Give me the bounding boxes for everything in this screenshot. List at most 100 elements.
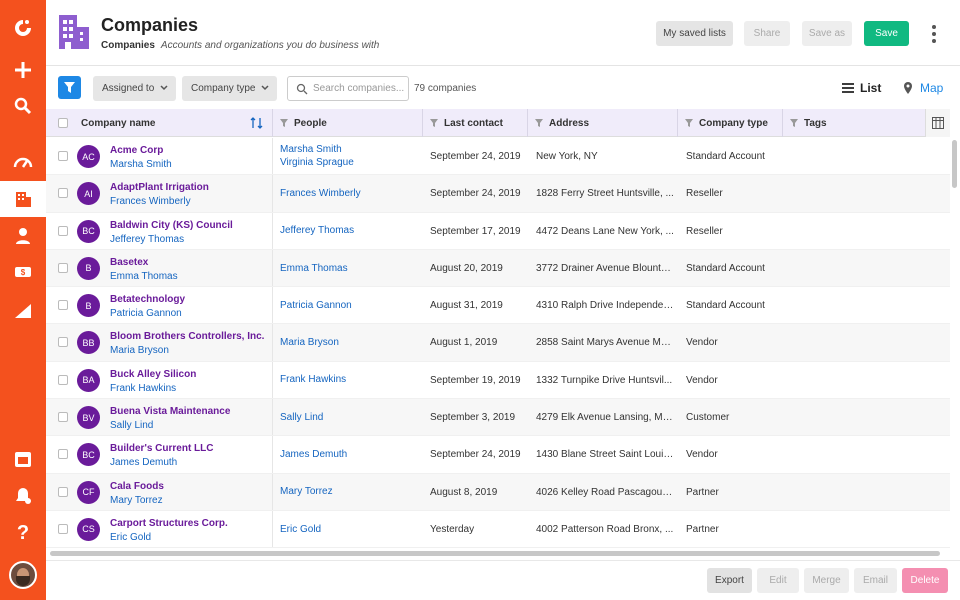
company-avatar: BV: [77, 406, 100, 430]
list-view-toggle[interactable]: List: [841, 78, 881, 98]
horizontal-scrollbar[interactable]: [50, 551, 940, 556]
company-name-link[interactable]: Betatechnology: [110, 294, 185, 305]
filter-icon: [535, 119, 543, 127]
breadcrumb-current[interactable]: Companies: [101, 40, 155, 51]
row-checkbox[interactable]: [58, 337, 68, 348]
company-name-link[interactable]: Basetex: [110, 257, 148, 268]
user-avatar[interactable]: [9, 561, 37, 589]
table-row[interactable]: BB Bloom Brothers Controllers, Inc. Maria …: [46, 324, 950, 362]
person-link[interactable]: Emma Thomas: [280, 262, 348, 275]
row-checkbox[interactable]: [58, 262, 68, 273]
row-checkbox[interactable]: [58, 188, 68, 199]
table-row[interactable]: BV Buena Vista Maintenance Sally Lind Sally…: [46, 399, 950, 437]
row-checkbox[interactable]: [58, 374, 68, 385]
column-company-name[interactable]: Company name: [46, 109, 273, 137]
company-name-link[interactable]: Buck Alley Silicon: [110, 369, 196, 380]
person-link[interactable]: Mary Torrez: [280, 485, 333, 498]
primary-contact-link[interactable]: Frank Hawkins: [110, 383, 176, 394]
dashboard-icon[interactable]: [0, 144, 46, 180]
table-row[interactable]: BC Baldwin City (KS) Council Jefferey Thom…: [46, 212, 950, 250]
person-link[interactable]: Virginia Sprague: [280, 156, 354, 169]
company-name-link[interactable]: Cala Foods: [110, 481, 164, 492]
column-settings-icon[interactable]: [925, 109, 950, 137]
help-icon[interactable]: ?: [0, 514, 46, 550]
merge-button[interactable]: Merge: [804, 568, 849, 593]
person-link[interactable]: James Demuth: [280, 448, 347, 461]
person-link[interactable]: Maria Bryson: [280, 336, 339, 349]
column-divider: [272, 324, 273, 361]
reports-icon[interactable]: [0, 292, 46, 328]
table-row[interactable]: B Basetex Emma Thomas Emma Thomas August 20,…: [46, 249, 950, 288]
column-address[interactable]: Address: [528, 109, 678, 137]
column-tags[interactable]: Tags: [783, 109, 925, 137]
column-company-type[interactable]: Company type: [678, 109, 783, 137]
person-link[interactable]: Frances Wimberly: [280, 187, 361, 200]
column-header-label: Company type: [699, 117, 768, 129]
person-link[interactable]: Frank Hawkins: [280, 373, 346, 386]
company-name-link[interactable]: Carport Structures Corp.: [110, 518, 228, 529]
table-row[interactable]: AI AdaptPlant Irrigation Frances Wimberly F…: [46, 175, 950, 213]
row-checkbox[interactable]: [58, 412, 68, 423]
my-saved-lists-button[interactable]: My saved lists: [656, 21, 733, 46]
logo-icon[interactable]: [0, 10, 46, 46]
company-name-link[interactable]: Buena Vista Maintenance: [110, 406, 230, 417]
share-button[interactable]: Share: [744, 21, 790, 46]
map-view-toggle[interactable]: Map: [901, 78, 943, 98]
table-row[interactable]: BA Buck Alley Silicon Frank Hawkins Frank H…: [46, 361, 950, 400]
primary-contact-link[interactable]: Maria Bryson: [110, 345, 169, 356]
delete-button[interactable]: Delete: [902, 568, 948, 593]
column-people[interactable]: People: [273, 109, 423, 137]
company-type-label: Company type: [191, 83, 256, 94]
row-checkbox[interactable]: [58, 486, 68, 497]
row-checkbox[interactable]: [58, 523, 68, 534]
people-icon[interactable]: [0, 218, 46, 254]
company-name-link[interactable]: Builder's Current LLC: [110, 443, 214, 454]
primary-contact-link[interactable]: Frances Wimberly: [110, 196, 191, 207]
person-link[interactable]: Eric Gold: [280, 523, 321, 536]
company-type-dropdown[interactable]: Company type: [182, 76, 277, 101]
company-name-link[interactable]: Bloom Brothers Controllers, Inc.: [110, 331, 264, 342]
person-link[interactable]: Marsha Smith: [280, 143, 354, 156]
person-link[interactable]: Patricia Gannon: [280, 299, 352, 312]
primary-contact-link[interactable]: Marsha Smith: [110, 159, 172, 170]
vertical-scrollbar[interactable]: [952, 140, 957, 188]
email-button[interactable]: Email: [854, 568, 897, 593]
primary-contact-link[interactable]: Jefferey Thomas: [110, 234, 184, 245]
companies-icon[interactable]: [0, 181, 46, 217]
table-row[interactable]: CS Carport Structures Corp. Eric Gold Eric …: [46, 510, 950, 549]
company-name-link[interactable]: AdaptPlant Irrigation: [110, 182, 209, 193]
column-last-contact[interactable]: Last contact: [423, 109, 528, 137]
table-row[interactable]: BC Builder's Current LLC James Demuth James…: [46, 436, 950, 474]
primary-contact-link[interactable]: James Demuth: [110, 457, 177, 468]
more-options-icon[interactable]: [927, 23, 941, 45]
notifications-icon[interactable]: [0, 478, 46, 514]
row-checkbox[interactable]: [58, 225, 68, 236]
row-checkbox[interactable]: [58, 300, 68, 311]
table-row[interactable]: CF Cala Foods Mary Torrez Mary Torrez August…: [46, 473, 950, 511]
export-button[interactable]: Export: [707, 568, 752, 593]
table-row[interactable]: B Betatechnology Patricia Gannon Patricia G…: [46, 287, 950, 325]
table-row[interactable]: AC Acme Corp Marsha Smith Marsha Smith Virgi…: [46, 138, 950, 176]
person-link[interactable]: Sally Lind: [280, 411, 323, 424]
assigned-to-dropdown[interactable]: Assigned to: [93, 76, 176, 101]
primary-contact-link[interactable]: Mary Torrez: [110, 495, 163, 506]
save-button[interactable]: Save: [864, 21, 909, 46]
row-checkbox[interactable]: [58, 449, 68, 460]
save-as-button[interactable]: Save as: [802, 21, 852, 46]
deals-icon[interactable]: $: [0, 254, 46, 290]
search-input[interactable]: [313, 83, 405, 94]
filter-button[interactable]: [58, 76, 81, 99]
person-link[interactable]: Jefferey Thomas: [280, 224, 354, 237]
edit-button[interactable]: Edit: [757, 568, 799, 593]
company-name-link[interactable]: Acme Corp: [110, 145, 163, 156]
sort-icon[interactable]: [250, 117, 264, 129]
company-name-link[interactable]: Baldwin City (KS) Council: [110, 220, 233, 231]
primary-contact-link[interactable]: Sally Lind: [110, 420, 153, 431]
add-icon[interactable]: [0, 52, 46, 88]
primary-contact-link[interactable]: Eric Gold: [110, 532, 151, 543]
search-icon[interactable]: [0, 88, 46, 124]
calendar-icon[interactable]: [0, 441, 46, 477]
row-checkbox[interactable]: [58, 151, 68, 161]
primary-contact-link[interactable]: Patricia Gannon: [110, 308, 182, 319]
primary-contact-link[interactable]: Emma Thomas: [110, 271, 178, 282]
